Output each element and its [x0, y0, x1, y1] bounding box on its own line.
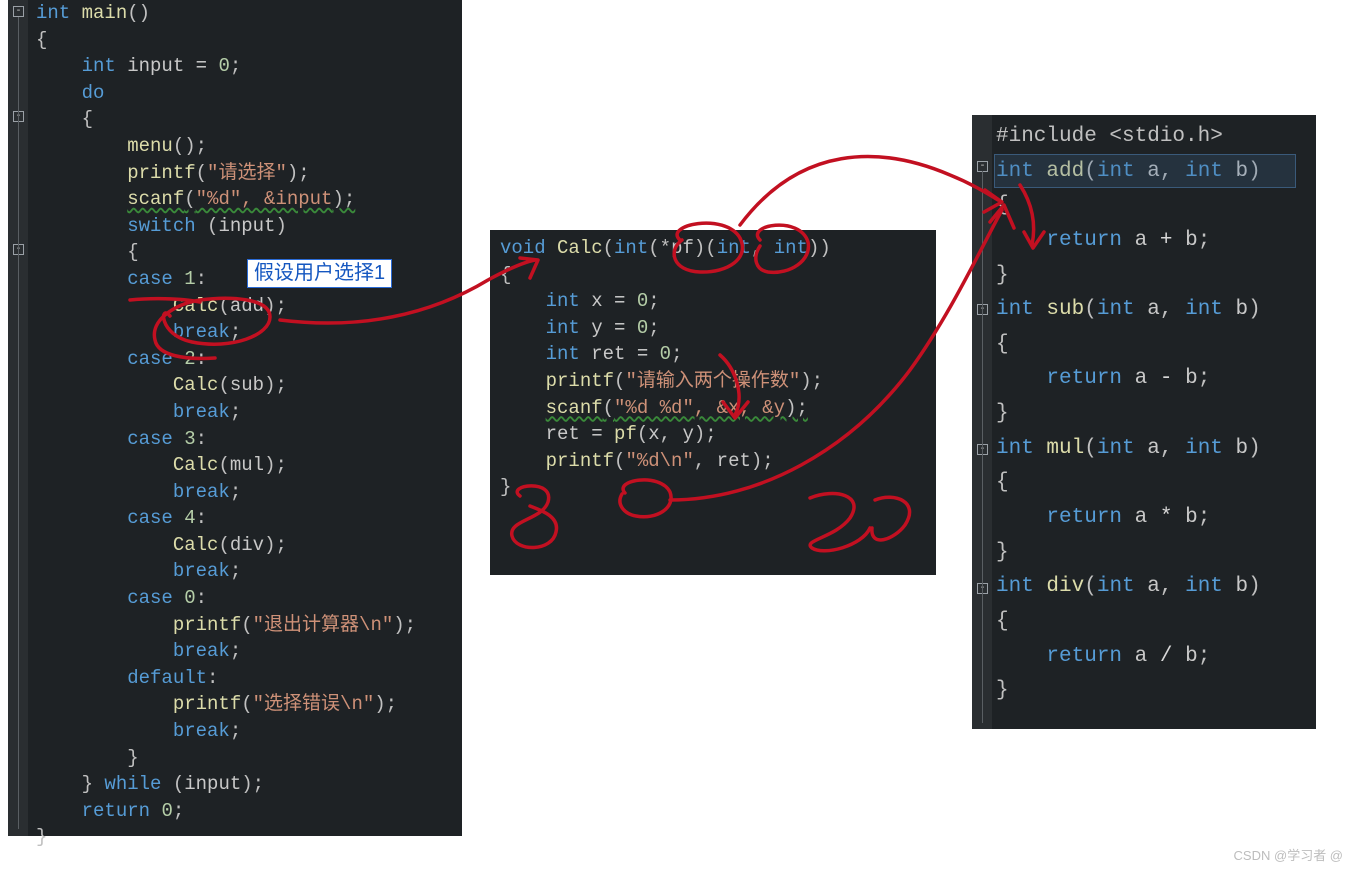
- code-line: {: [996, 466, 1261, 501]
- fold-line: [982, 171, 983, 723]
- code-line: printf("选择错误\n");: [36, 691, 416, 718]
- code-line: {: [996, 189, 1261, 224]
- code-line: break;: [36, 718, 416, 745]
- code-line: }: [996, 674, 1261, 709]
- code-line: }: [36, 745, 416, 772]
- code-line: int y = 0;: [500, 315, 831, 342]
- code-line: return 0;: [36, 798, 416, 825]
- code-body-left: int main(){ int input = 0; do { menu(); …: [36, 0, 416, 851]
- code-line: int main(): [36, 0, 416, 27]
- code-line: int sub(int a, int b): [996, 293, 1261, 328]
- code-line: break;: [36, 638, 416, 665]
- code-line: Calc(div);: [36, 532, 416, 559]
- code-line: {: [996, 328, 1261, 363]
- code-line: } while (input);: [36, 771, 416, 798]
- code-line: {: [36, 27, 416, 54]
- line-highlight: [994, 154, 1296, 188]
- code-line: case 4:: [36, 505, 416, 532]
- code-line: return a * b;: [996, 501, 1261, 536]
- code-line: case 3:: [36, 426, 416, 453]
- code-line: scanf("%d %d", &x, &y);: [500, 395, 831, 422]
- code-line: }: [996, 259, 1261, 294]
- code-body-mid: void Calc(int(*pf)(int, int)){ int x = 0…: [500, 235, 831, 501]
- code-line: default:: [36, 665, 416, 692]
- code-line: printf("退出计算器\n");: [36, 612, 416, 639]
- code-line: void Calc(int(*pf)(int, int)): [500, 235, 831, 262]
- code-line: int mul(int a, int b): [996, 432, 1261, 467]
- code-line: scanf("%d", &input);: [36, 186, 416, 213]
- code-line: int x = 0;: [500, 288, 831, 315]
- fold-line: [18, 17, 19, 829]
- code-panel-mid: void Calc(int(*pf)(int, int)){ int x = 0…: [490, 230, 936, 575]
- code-line: break;: [36, 319, 416, 346]
- code-line: }: [36, 824, 416, 851]
- code-line: menu();: [36, 133, 416, 160]
- code-line: }: [500, 474, 831, 501]
- code-line: {: [996, 605, 1261, 640]
- code-line: break;: [36, 399, 416, 426]
- code-line: int input = 0;: [36, 53, 416, 80]
- code-line: int div(int a, int b): [996, 570, 1261, 605]
- code-line: do: [36, 80, 416, 107]
- code-line: switch (input): [36, 213, 416, 240]
- fold-icon[interactable]: -: [13, 6, 24, 17]
- annotation-bubble: 假设用户选择1: [247, 259, 392, 288]
- code-line: case 0:: [36, 585, 416, 612]
- code-line: return a / b;: [996, 640, 1261, 675]
- code-line: return a + b;: [996, 224, 1261, 259]
- watermark-text: CSDN @学习者 @: [1234, 845, 1343, 864]
- code-line: printf("请输入两个操作数");: [500, 368, 831, 395]
- code-line: }: [996, 536, 1261, 571]
- code-line: Calc(mul);: [36, 452, 416, 479]
- code-line: return a - b;: [996, 362, 1261, 397]
- code-line: }: [996, 397, 1261, 432]
- code-line: #include <stdio.h>: [996, 120, 1261, 155]
- code-line: break;: [36, 558, 416, 585]
- code-line: Calc(sub);: [36, 372, 416, 399]
- code-line: {: [36, 106, 416, 133]
- code-line: case 2:: [36, 346, 416, 373]
- code-body-right: #include <stdio.h>int add(int a, int b){…: [996, 120, 1261, 709]
- code-line: {: [500, 262, 831, 289]
- code-panel-right: #include <stdio.h>int add(int a, int b){…: [972, 115, 1316, 729]
- code-line: int ret = 0;: [500, 341, 831, 368]
- code-line: Calc(add);: [36, 293, 416, 320]
- code-line: printf("%d\n", ret);: [500, 448, 831, 475]
- code-line: break;: [36, 479, 416, 506]
- code-line: ret = pf(x, y);: [500, 421, 831, 448]
- code-line: printf("请选择");: [36, 160, 416, 187]
- code-panel-left: int main(){ int input = 0; do { menu(); …: [8, 0, 462, 836]
